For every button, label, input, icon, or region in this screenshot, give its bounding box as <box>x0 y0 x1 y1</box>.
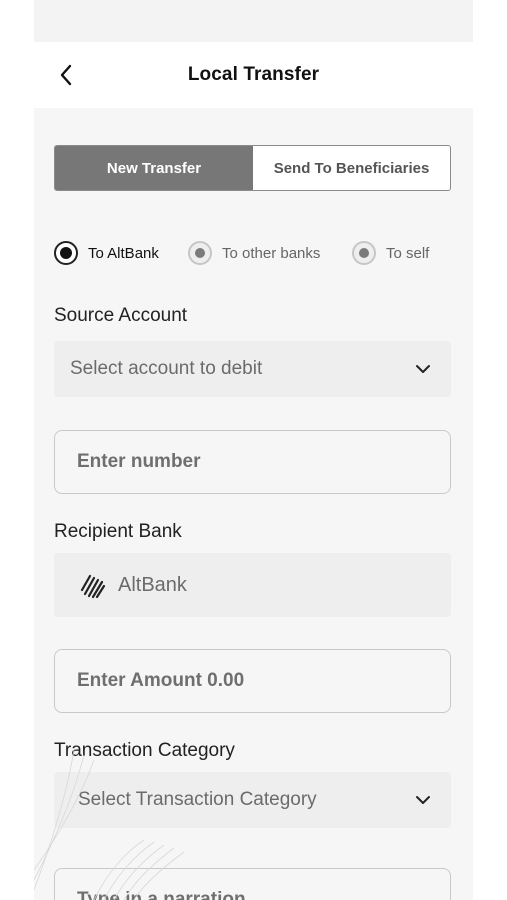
amount-placeholder: Enter Amount 0.00 <box>77 670 245 691</box>
altbank-logo-icon <box>80 574 106 599</box>
back-button[interactable] <box>54 62 78 88</box>
transfer-tabs: New Transfer Send To Beneficiaries <box>54 145 451 191</box>
page-title: Local Transfer <box>187 64 320 85</box>
tab-send-to-beneficiaries[interactable]: Send To Beneficiaries <box>253 146 450 190</box>
source-account-label: Source Account <box>54 305 188 326</box>
radio-to-self[interactable]: To self <box>352 241 429 265</box>
transaction-category-placeholder: Select Transaction Category <box>78 789 317 810</box>
radio-selected-icon <box>54 241 78 265</box>
recipient-bank-field: AltBank <box>54 553 451 617</box>
radio-to-altbank[interactable]: To AltBank <box>54 241 159 265</box>
radio-label: To self <box>386 244 430 262</box>
radio-label: To AltBank <box>88 244 159 262</box>
account-number-input[interactable]: Enter number <box>54 430 451 494</box>
app-screen: Local Transfer New Transfer Send To Bene… <box>34 0 473 900</box>
recipient-bank-value: AltBank <box>118 573 187 596</box>
tab-new-transfer[interactable]: New Transfer <box>55 146 253 190</box>
source-account-select[interactable]: Select account to debit <box>54 341 451 397</box>
transaction-category-select[interactable]: Select Transaction Category <box>54 772 451 828</box>
radio-label: To other banks <box>222 244 321 262</box>
transfer-type-radios: To AltBank To other banks To self <box>54 241 454 267</box>
narration-placeholder: Type in a narration <box>77 889 246 900</box>
chevron-down-icon <box>416 365 430 373</box>
narration-input[interactable]: Type in a narration <box>54 868 451 900</box>
chevron-left-icon <box>60 64 72 86</box>
account-number-placeholder: Enter number <box>77 451 201 472</box>
chevron-down-icon <box>416 796 430 804</box>
radio-to-other-banks[interactable]: To other banks <box>188 241 320 265</box>
status-bar <box>34 0 473 42</box>
header: Local Transfer <box>34 42 473 108</box>
radio-unselected-icon <box>352 241 376 265</box>
radio-unselected-icon <box>188 241 212 265</box>
source-account-placeholder: Select account to debit <box>70 358 263 379</box>
recipient-bank-label: Recipient Bank <box>54 521 182 542</box>
transaction-category-label: Transaction Category <box>54 740 235 761</box>
amount-input[interactable]: Enter Amount 0.00 <box>54 649 451 713</box>
